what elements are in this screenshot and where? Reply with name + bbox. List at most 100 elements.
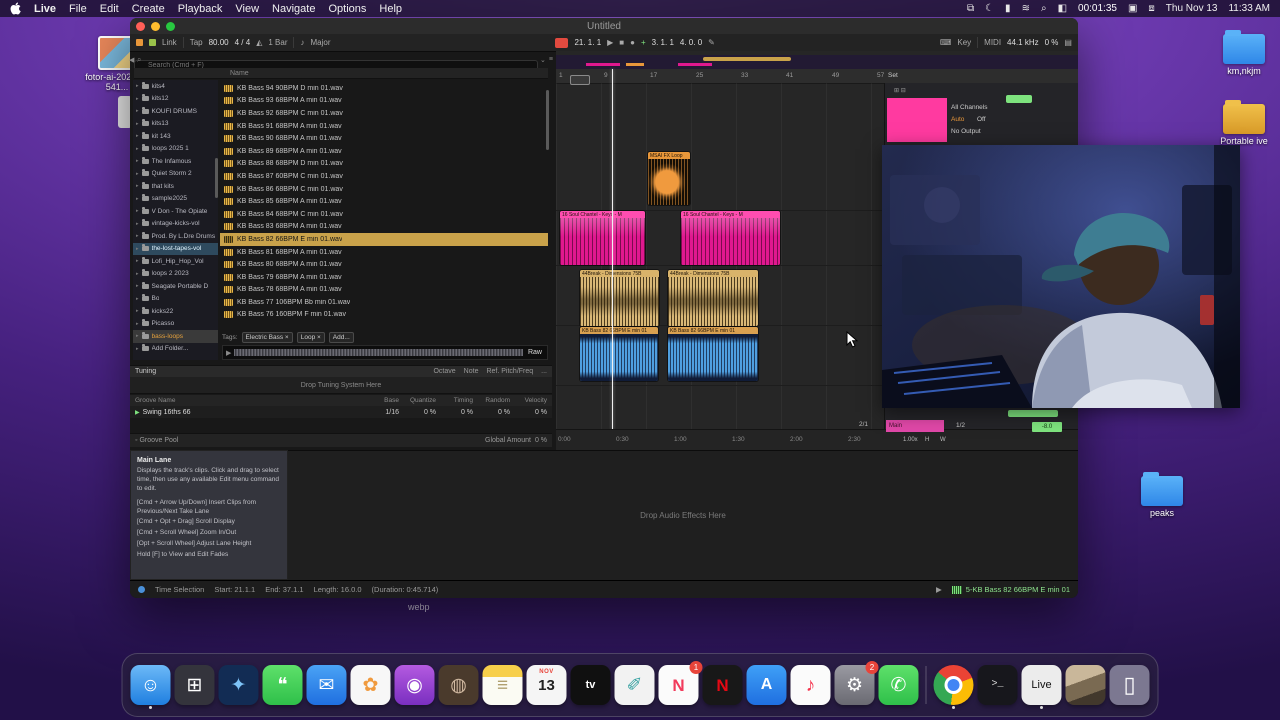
disclosure-icon[interactable]: ▸ bbox=[136, 258, 139, 264]
metronome-icon[interactable]: ◭ bbox=[256, 38, 262, 47]
ableton-live-icon[interactable]: Live bbox=[1021, 665, 1062, 705]
clip-kb-bass-2[interactable]: KB Bass 82 66BPM E min 01 bbox=[668, 327, 758, 381]
dock-item[interactable]: >_ bbox=[977, 665, 1018, 705]
groove-pool-icon[interactable]: ◦ bbox=[135, 437, 137, 444]
display-icon[interactable]: ⧈ bbox=[1148, 3, 1154, 14]
control-center-icon[interactable]: ◧ bbox=[1058, 3, 1067, 14]
zoom-ratio-label[interactable]: 1/2 bbox=[956, 422, 965, 429]
time-signature-field[interactable]: 4 / 4 bbox=[235, 38, 251, 47]
appletv-icon[interactable]: tv bbox=[570, 665, 611, 705]
disclosure-icon[interactable]: ▸ bbox=[136, 83, 139, 89]
width-zoom-button[interactable]: W bbox=[940, 437, 946, 443]
wifi-icon[interactable]: ≋ bbox=[1022, 3, 1030, 14]
calendar-icon[interactable]: NOV 13 bbox=[526, 665, 567, 705]
browser-folder-item[interactable]: ▸ The Infamous bbox=[133, 155, 218, 168]
dock-item[interactable]: ◍ bbox=[438, 665, 479, 705]
browser-folder-item[interactable]: ▸ the-lost-tapes-vol bbox=[133, 242, 218, 255]
tempo-field[interactable]: 80.00 bbox=[209, 38, 229, 47]
dock-item[interactable] bbox=[925, 666, 927, 704]
browser-search[interactable]: ⌕ bbox=[134, 54, 538, 72]
tuning-more-button[interactable]: ... bbox=[541, 368, 547, 375]
menubar-date[interactable]: Thu Nov 13 bbox=[1166, 3, 1218, 14]
height-zoom-button[interactable]: H bbox=[925, 437, 929, 443]
folder-portable[interactable]: Portable ive bbox=[1208, 100, 1280, 146]
selected-clip-color[interactable] bbox=[887, 98, 947, 142]
browser-folder-item[interactable]: ▸ Prod. By L.Dre Drums bbox=[133, 230, 218, 243]
dock-item[interactable]: ≡ bbox=[482, 665, 523, 705]
settings-icon[interactable]: ⚙ 2 bbox=[834, 661, 879, 705]
browser-folder-item[interactable]: ▸ Add Folder... bbox=[133, 343, 218, 356]
disclosure-icon[interactable]: ▸ bbox=[136, 271, 139, 277]
draw-mode-icon[interactable]: ✎ bbox=[708, 38, 715, 47]
menubar-menu[interactable]: Navigate bbox=[272, 3, 315, 15]
dock-item[interactable]: ✿ bbox=[350, 665, 391, 705]
dock-item[interactable]: ▯ bbox=[1109, 665, 1150, 705]
browser-file-item[interactable]: KB Bass 91 68BPM A min 01.wav bbox=[220, 120, 548, 133]
groove-value[interactable]: 0 % bbox=[436, 409, 473, 416]
browser-folder-item[interactable]: ▸ kits4 bbox=[133, 80, 218, 93]
record-button[interactable]: ● bbox=[630, 38, 635, 47]
minimize-window-button[interactable] bbox=[151, 21, 160, 31]
monitor-off-button[interactable]: Off bbox=[977, 116, 986, 123]
dock-item[interactable] bbox=[1065, 665, 1106, 705]
groove-value[interactable]: 0 % bbox=[399, 409, 436, 416]
search-icon[interactable]: ⌕ bbox=[1041, 3, 1047, 14]
tuning-title[interactable]: Tuning bbox=[135, 368, 156, 375]
disclosure-icon[interactable]: ▸ bbox=[136, 96, 139, 102]
dock-item[interactable]: ❝ bbox=[262, 665, 303, 705]
disclosure-icon[interactable]: ▸ bbox=[136, 146, 139, 152]
browser-folder-item[interactable]: ▸ Picasso bbox=[133, 318, 218, 331]
folder-peaks[interactable]: peaks bbox=[1126, 472, 1198, 518]
netflix-icon[interactable]: N bbox=[702, 665, 743, 705]
menubar-menu[interactable]: Create bbox=[132, 3, 165, 15]
input-channel-select[interactable]: All Channels bbox=[951, 104, 988, 111]
disclosure-icon[interactable]: ▸ bbox=[136, 158, 139, 164]
browser-file-item[interactable]: KB Bass 80 68BPM A min 01.wav bbox=[220, 258, 548, 271]
scale-icon[interactable]: ♪ bbox=[300, 38, 304, 47]
browser-file-item[interactable]: KB Bass 77 106BPM Bb min 01.wav bbox=[220, 296, 548, 309]
browser-folder-item[interactable]: ▸ Seagate Portable D bbox=[133, 280, 218, 293]
browser-folder-item[interactable]: ▸ vintage-kicks-vol bbox=[133, 218, 218, 231]
master-track-strip[interactable]: Main bbox=[886, 420, 944, 432]
music-icon[interactable]: ♪ bbox=[790, 665, 831, 705]
tuning-ref-label[interactable]: Ref. Pitch/Freq bbox=[486, 368, 533, 375]
midi-map-button[interactable]: MIDI bbox=[984, 38, 1001, 47]
disclosure-icon[interactable]: ▸ bbox=[136, 208, 139, 214]
groove-value[interactable]: 0 % bbox=[473, 409, 510, 416]
tap-tempo-button[interactable]: Tap bbox=[190, 38, 203, 47]
terminal-icon[interactable]: >_ bbox=[977, 665, 1018, 705]
disclosure-icon[interactable]: ▸ bbox=[136, 283, 139, 289]
clip-soul-chantel-1[interactable]: 16 Soul Chantel - Keys - M bbox=[560, 211, 645, 265]
browser-file-item[interactable]: KB Bass 84 68BPM C min 01.wav bbox=[220, 208, 548, 221]
disclosure-icon[interactable]: ▸ bbox=[136, 296, 139, 302]
notes-icon[interactable]: ≡ bbox=[482, 665, 523, 705]
dock-item[interactable]: N 1 bbox=[658, 661, 703, 705]
list-view-icon[interactable]: ≡ bbox=[549, 56, 553, 64]
browser-folder-item[interactable]: ▸ Bo bbox=[133, 293, 218, 306]
scale-menu[interactable]: Major bbox=[310, 38, 330, 47]
mixer-view-icons[interactable]: ⊞ ⊟ bbox=[894, 87, 906, 94]
menubar-menu[interactable]: Options bbox=[328, 3, 366, 15]
disclosure-icon[interactable]: ▸ bbox=[136, 221, 139, 227]
time-ruler[interactable]: 0:00 0:30 1:00 1:30 2:00 2:30 bbox=[556, 429, 1078, 450]
browser-folder-item[interactable]: ▸ KOUFI DRUMS bbox=[133, 105, 218, 118]
browser-folder-item[interactable]: ▸ Lofi_Hip_Hop_Vol bbox=[133, 255, 218, 268]
browser-file-item[interactable]: KB Bass 87 60BPM C min 01.wav bbox=[220, 170, 548, 183]
browser-folder-item[interactable]: ▸ loops 2025 1 bbox=[133, 143, 218, 156]
disclosure-icon[interactable]: ▸ bbox=[136, 133, 139, 139]
tuning-note-label[interactable]: Note bbox=[464, 368, 479, 375]
tag-chip[interactable]: Loop × bbox=[296, 332, 325, 343]
master-gain-field[interactable]: -8.0 bbox=[1032, 422, 1062, 432]
browser-file-item[interactable]: KB Bass 82 66BPM E min 01.wav bbox=[220, 233, 548, 246]
disclosure-icon[interactable]: ▸ bbox=[136, 121, 139, 127]
clip-msai-fx-loop[interactable]: MSAI FX Loop bbox=[648, 152, 690, 205]
disclosure-icon[interactable]: ▸ bbox=[136, 108, 139, 114]
tuning-octave-label[interactable]: Octave bbox=[433, 368, 455, 375]
freeform-icon[interactable]: ✐ bbox=[614, 665, 655, 705]
window-titlebar[interactable]: Untitled bbox=[130, 18, 1078, 34]
facetime-icon[interactable]: ✆ bbox=[878, 665, 919, 705]
image-file-icon[interactable] bbox=[1065, 665, 1106, 705]
moon-icon[interactable]: ☾ bbox=[985, 3, 994, 14]
menu-icon[interactable]: ▤ bbox=[1064, 38, 1072, 47]
groove-pool-label[interactable]: Groove Pool bbox=[139, 437, 178, 444]
